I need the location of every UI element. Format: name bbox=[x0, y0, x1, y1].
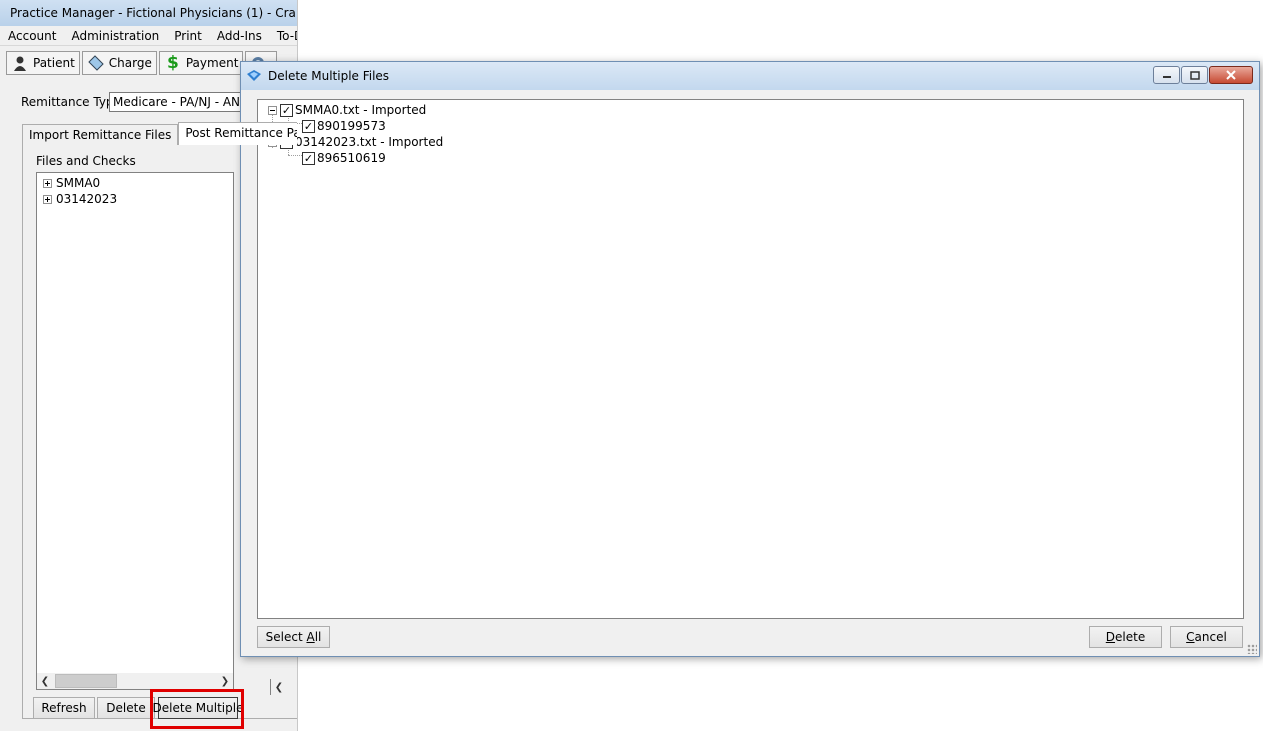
window-controls bbox=[1152, 66, 1253, 84]
patient-icon bbox=[11, 54, 29, 72]
files-checkbox-tree[interactable]: ✓ SMMA0.txt - Imported ✓ 890199573 ✓ 031… bbox=[257, 99, 1244, 619]
files-tree[interactable]: SMMA0 03142023 bbox=[36, 172, 234, 690]
menu-add-ins[interactable]: Add-Ins bbox=[209, 29, 269, 43]
scroll-left-icon[interactable]: ❮ bbox=[271, 679, 287, 695]
expand-icon[interactable] bbox=[43, 194, 52, 204]
cancel-label: Cancel bbox=[1186, 630, 1227, 644]
dialog-delete-button[interactable]: Delete bbox=[1089, 626, 1162, 648]
refresh-button[interactable]: Refresh bbox=[33, 697, 95, 719]
select-all-label: Select All bbox=[266, 630, 322, 644]
tree-item-03142023[interactable]: 03142023 bbox=[43, 191, 117, 207]
label-part: elete bbox=[1115, 630, 1146, 644]
tree-connector bbox=[288, 155, 302, 156]
tree-item-smma0[interactable]: SMMA0 bbox=[43, 175, 100, 191]
maximize-icon bbox=[1189, 70, 1200, 80]
mnemonic: A bbox=[306, 630, 315, 644]
expand-icon[interactable] bbox=[43, 178, 52, 188]
check-node-label: 890199573 bbox=[317, 119, 386, 133]
tab-post-remittance[interactable]: Post Remittance Pa bbox=[178, 122, 297, 145]
charge-icon bbox=[87, 54, 105, 72]
right-pane-hscrollbar[interactable]: ❮ bbox=[270, 679, 297, 695]
tree-node-file[interactable]: ✓ SMMA0.txt - Imported bbox=[268, 102, 426, 118]
tree-node-check[interactable]: ✓ 896510619 bbox=[302, 150, 386, 166]
delete-label: Delete bbox=[1106, 630, 1145, 644]
charge-button[interactable]: Charge bbox=[81, 51, 157, 75]
menu-account[interactable]: Account bbox=[0, 29, 63, 43]
highlight-box bbox=[150, 689, 244, 729]
close-icon bbox=[1226, 70, 1236, 80]
delete-button[interactable]: Delete bbox=[97, 697, 155, 719]
payment-button[interactable]: $ Payment bbox=[158, 51, 244, 75]
patient-button-label: Patient bbox=[33, 56, 75, 70]
label-part: Select bbox=[265, 630, 307, 644]
collapse-icon[interactable] bbox=[268, 105, 277, 115]
scroll-thumb[interactable] bbox=[55, 674, 117, 688]
label-part: ll bbox=[314, 630, 322, 644]
menu-bar: Account Administration Print Add-Ins To-… bbox=[0, 26, 297, 46]
dialog-cancel-button[interactable]: Cancel bbox=[1170, 626, 1243, 648]
select-all-button[interactable]: Select All bbox=[257, 626, 330, 648]
mnemonic: C bbox=[1186, 630, 1195, 644]
app-logo-icon bbox=[247, 70, 261, 81]
dialog-titlebar[interactable]: Delete Multiple Files bbox=[241, 62, 1259, 90]
scroll-left-icon[interactable]: ❮ bbox=[37, 673, 53, 689]
tree-item-label: 03142023 bbox=[56, 192, 118, 206]
patient-button[interactable]: Patient bbox=[6, 51, 80, 75]
dialog-title: Delete Multiple Files bbox=[268, 69, 390, 83]
maximize-button[interactable] bbox=[1181, 66, 1208, 84]
check-checkbox[interactable]: ✓ bbox=[302, 119, 315, 133]
check-checkbox[interactable]: ✓ bbox=[302, 151, 315, 165]
menu-to-do[interactable]: To-Do ( bbox=[269, 29, 297, 43]
main-titlebar: Practice Manager - Fictional Physicians … bbox=[0, 0, 298, 26]
menu-administration[interactable]: Administration bbox=[63, 29, 166, 43]
label-part: ancel bbox=[1194, 630, 1227, 644]
check-node-label: 896510619 bbox=[317, 151, 386, 165]
tab-strip: Import Remittance Files Post Remittance … bbox=[22, 122, 297, 145]
tree-node-check[interactable]: ✓ 890199573 bbox=[302, 118, 386, 134]
payment-button-label: Payment bbox=[185, 56, 239, 70]
close-button[interactable] bbox=[1209, 66, 1253, 84]
resize-grip-icon[interactable] bbox=[1247, 644, 1257, 654]
menu-print[interactable]: Print bbox=[166, 29, 209, 43]
file-checkbox[interactable]: ✓ bbox=[280, 103, 293, 117]
scroll-right-icon[interactable]: ❯ bbox=[217, 673, 233, 689]
main-toolbar: Patient Charge $ Payment bbox=[6, 51, 279, 75]
remittance-type-select[interactable]: Medicare - PA/NJ - ANSI 4 bbox=[109, 92, 249, 112]
file-node-label: 03142023.txt - Imported bbox=[295, 135, 444, 149]
tab-import-remittance-files[interactable]: Import Remittance Files bbox=[22, 124, 179, 145]
minimize-icon bbox=[1162, 76, 1171, 78]
minimize-button[interactable] bbox=[1153, 66, 1180, 84]
files-tree-hscrollbar[interactable]: ❮ ❯ bbox=[37, 673, 233, 689]
files-and-checks-label: Files and Checks bbox=[36, 154, 136, 168]
main-window-title: Practice Manager - Fictional Physicians … bbox=[10, 6, 298, 20]
payment-icon: $ bbox=[166, 53, 179, 73]
charge-button-label: Charge bbox=[108, 56, 152, 70]
mnemonic: D bbox=[1105, 630, 1116, 644]
tree-item-label: SMMA0 bbox=[56, 176, 101, 190]
file-node-label: SMMA0.txt - Imported bbox=[295, 103, 427, 117]
delete-multiple-files-dialog: Delete Multiple Files ✓ SMMA0.txt - Impo… bbox=[240, 61, 1260, 657]
